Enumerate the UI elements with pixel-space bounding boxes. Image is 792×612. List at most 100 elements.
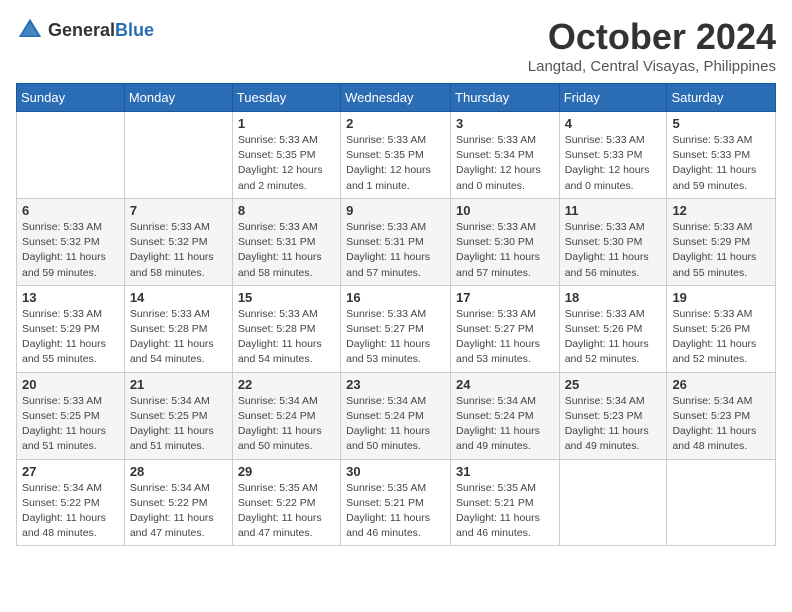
calendar-cell: 11 Sunrise: 5:33 AMSunset: 5:30 PMDayligh…: [559, 198, 667, 285]
cell-info: Sunrise: 5:34 AMSunset: 5:23 PMDaylight:…: [672, 394, 770, 455]
calendar-cell: 30Sunrise: 5:35 AMSunset: 5:21 PMDayligh…: [341, 459, 451, 546]
cell-info: Sunrise: 5:33 AMSunset: 5:35 PMDaylight:…: [238, 133, 335, 194]
title-block: October 2024 Langtad, Central Visayas, P…: [528, 16, 776, 75]
logo-blue: Blue: [115, 20, 154, 40]
logo: GeneralBlue: [16, 16, 154, 44]
day-number: 19: [672, 290, 770, 305]
day-number: 10: [456, 203, 554, 218]
calendar-cell: 14Sunrise: 5:33 AMSunset: 5:28 PMDayligh…: [124, 285, 232, 372]
calendar-cell: 26Sunrise: 5:34 AMSunset: 5:23 PMDayligh…: [667, 372, 776, 459]
day-number: 5: [672, 116, 770, 131]
calendar-cell: 3 Sunrise: 5:33 AMSunset: 5:34 PMDaylight…: [451, 112, 560, 199]
cell-info: Sunrise: 5:34 AMSunset: 5:23 PMDaylight:…: [565, 394, 662, 455]
day-number: 13: [22, 290, 119, 305]
calendar-cell: 7Sunrise: 5:33 AMSunset: 5:32 PMDaylight…: [124, 198, 232, 285]
cell-info: Sunrise: 5:33 AMSunset: 5:31 PMDaylight:…: [346, 220, 445, 281]
cell-info: Sunrise: 5:35 AMSunset: 5:21 PMDaylight:…: [456, 481, 554, 542]
calendar-cell: 25 Sunrise: 5:34 AMSunset: 5:23 PMDayligh…: [559, 372, 667, 459]
calendar-cell: 19 Sunrise: 5:33 AMSunset: 5:26 PMDayligh…: [667, 285, 776, 372]
weekday-header: Friday: [559, 84, 667, 112]
calendar-week-row: 27 Sunrise: 5:34 AMSunset: 5:22 PMDayligh…: [17, 459, 776, 546]
weekday-header: Thursday: [451, 84, 560, 112]
calendar-body: 1 Sunrise: 5:33 AMSunset: 5:35 PMDaylight…: [17, 112, 776, 546]
day-number: 6: [22, 203, 119, 218]
calendar-cell: 24 Sunrise: 5:34 AMSunset: 5:24 PMDayligh…: [451, 372, 560, 459]
day-number: 30: [346, 464, 445, 479]
calendar-cell: 20 Sunrise: 5:33 AMSunset: 5:25 PMDayligh…: [17, 372, 125, 459]
cell-info: Sunrise: 5:33 AMSunset: 5:34 PMDaylight:…: [456, 133, 554, 194]
weekday-header: Sunday: [17, 84, 125, 112]
day-number: 21: [130, 377, 227, 392]
cell-info: Sunrise: 5:33 AMSunset: 5:25 PMDaylight:…: [22, 394, 119, 455]
day-number: 7: [130, 203, 227, 218]
calendar-cell: 15 Sunrise: 5:33 AMSunset: 5:28 PMDayligh…: [232, 285, 340, 372]
cell-info: Sunrise: 5:33 AMSunset: 5:29 PMDaylight:…: [672, 220, 770, 281]
day-number: 3: [456, 116, 554, 131]
cell-info: Sunrise: 5:34 AMSunset: 5:22 PMDaylight:…: [130, 481, 227, 542]
day-number: 11: [565, 203, 662, 218]
calendar-week-row: 6Sunrise: 5:33 AMSunset: 5:32 PMDaylight…: [17, 198, 776, 285]
weekday-header: Monday: [124, 84, 232, 112]
cell-info: Sunrise: 5:33 AMSunset: 5:33 PMDaylight:…: [672, 133, 770, 194]
calendar-cell: 10Sunrise: 5:33 AMSunset: 5:30 PMDayligh…: [451, 198, 560, 285]
calendar-cell: 2 Sunrise: 5:33 AMSunset: 5:35 PMDaylight…: [341, 112, 451, 199]
cell-info: Sunrise: 5:34 AMSunset: 5:25 PMDaylight:…: [130, 394, 227, 455]
day-number: 17: [456, 290, 554, 305]
day-number: 22: [238, 377, 335, 392]
calendar-cell: 27 Sunrise: 5:34 AMSunset: 5:22 PMDayligh…: [17, 459, 125, 546]
calendar-cell: [124, 112, 232, 199]
day-number: 31: [456, 464, 554, 479]
day-number: 28: [130, 464, 227, 479]
day-number: 4: [565, 116, 662, 131]
day-number: 20: [22, 377, 119, 392]
cell-info: Sunrise: 5:34 AMSunset: 5:24 PMDaylight:…: [346, 394, 445, 455]
cell-info: Sunrise: 5:33 AMSunset: 5:28 PMDaylight:…: [130, 307, 227, 368]
calendar-cell: 29Sunrise: 5:35 AMSunset: 5:22 PMDayligh…: [232, 459, 340, 546]
calendar-week-row: 13 Sunrise: 5:33 AMSunset: 5:29 PMDayligh…: [17, 285, 776, 372]
calendar-cell: 13 Sunrise: 5:33 AMSunset: 5:29 PMDayligh…: [17, 285, 125, 372]
calendar-cell: [559, 459, 667, 546]
cell-info: Sunrise: 5:33 AMSunset: 5:35 PMDaylight:…: [346, 133, 445, 194]
calendar-header: SundayMondayTuesdayWednesdayThursdayFrid…: [17, 84, 776, 112]
weekday-header: Tuesday: [232, 84, 340, 112]
logo-general: General: [48, 20, 115, 40]
cell-info: Sunrise: 5:34 AMSunset: 5:24 PMDaylight:…: [456, 394, 554, 455]
weekday-header: Saturday: [667, 84, 776, 112]
calendar-cell: 31 Sunrise: 5:35 AMSunset: 5:21 PMDayligh…: [451, 459, 560, 546]
cell-info: Sunrise: 5:33 AMSunset: 5:33 PMDaylight:…: [565, 133, 662, 194]
cell-info: Sunrise: 5:33 AMSunset: 5:30 PMDaylight:…: [565, 220, 662, 281]
location-title: Langtad, Central Visayas, Philippines: [528, 58, 776, 75]
month-title: October 2024: [528, 16, 776, 58]
day-number: 1: [238, 116, 335, 131]
calendar-week-row: 20 Sunrise: 5:33 AMSunset: 5:25 PMDayligh…: [17, 372, 776, 459]
logo-icon: [16, 16, 44, 44]
calendar-cell: 23Sunrise: 5:34 AMSunset: 5:24 PMDayligh…: [341, 372, 451, 459]
calendar-cell: 1 Sunrise: 5:33 AMSunset: 5:35 PMDaylight…: [232, 112, 340, 199]
cell-info: Sunrise: 5:33 AMSunset: 5:26 PMDaylight:…: [565, 307, 662, 368]
calendar-cell: 12Sunrise: 5:33 AMSunset: 5:29 PMDayligh…: [667, 198, 776, 285]
day-number: 15: [238, 290, 335, 305]
calendar-cell: 16Sunrise: 5:33 AMSunset: 5:27 PMDayligh…: [341, 285, 451, 372]
calendar-cell: 21 Sunrise: 5:34 AMSunset: 5:25 PMDayligh…: [124, 372, 232, 459]
day-number: 27: [22, 464, 119, 479]
cell-info: Sunrise: 5:33 AMSunset: 5:31 PMDaylight:…: [238, 220, 335, 281]
cell-info: Sunrise: 5:33 AMSunset: 5:27 PMDaylight:…: [456, 307, 554, 368]
day-number: 2: [346, 116, 445, 131]
page-header: GeneralBlue October 2024 Langtad, Centra…: [16, 16, 776, 75]
cell-info: Sunrise: 5:33 AMSunset: 5:28 PMDaylight:…: [238, 307, 335, 368]
cell-info: Sunrise: 5:34 AMSunset: 5:22 PMDaylight:…: [22, 481, 119, 542]
cell-info: Sunrise: 5:33 AMSunset: 5:27 PMDaylight:…: [346, 307, 445, 368]
calendar-cell: 9 Sunrise: 5:33 AMSunset: 5:31 PMDaylight…: [341, 198, 451, 285]
day-number: 25: [565, 377, 662, 392]
calendar-cell: 5 Sunrise: 5:33 AMSunset: 5:33 PMDaylight…: [667, 112, 776, 199]
day-number: 24: [456, 377, 554, 392]
calendar-cell: 18 Sunrise: 5:33 AMSunset: 5:26 PMDayligh…: [559, 285, 667, 372]
day-number: 9: [346, 203, 445, 218]
cell-info: Sunrise: 5:33 AMSunset: 5:29 PMDaylight:…: [22, 307, 119, 368]
calendar-cell: 6Sunrise: 5:33 AMSunset: 5:32 PMDaylight…: [17, 198, 125, 285]
cell-info: Sunrise: 5:33 AMSunset: 5:26 PMDaylight:…: [672, 307, 770, 368]
day-number: 18: [565, 290, 662, 305]
calendar-cell: 8Sunrise: 5:33 AMSunset: 5:31 PMDaylight…: [232, 198, 340, 285]
weekday-header: Wednesday: [341, 84, 451, 112]
day-number: 29: [238, 464, 335, 479]
